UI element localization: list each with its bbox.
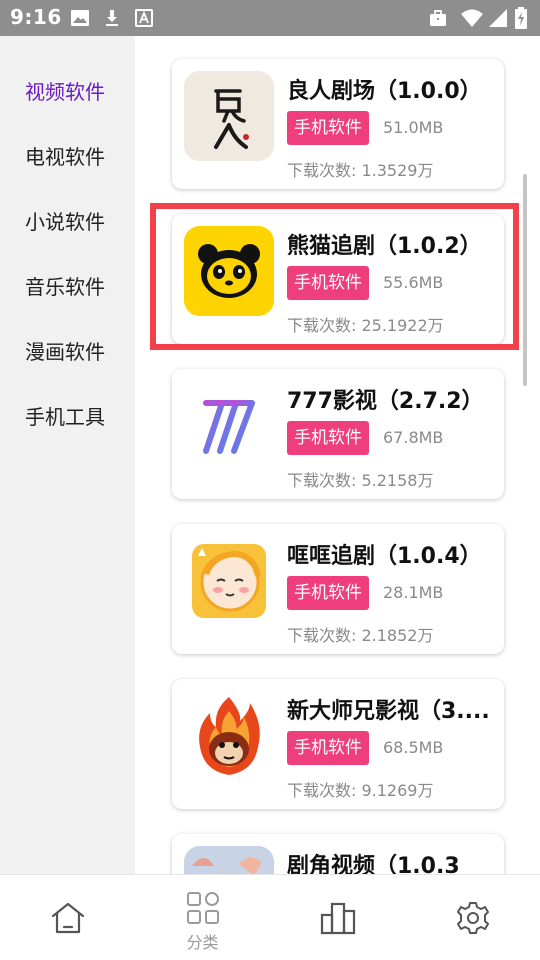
app-category-tag: 手机软件 — [287, 576, 369, 610]
app-size: 51.0MB — [383, 118, 444, 137]
downloads-count: 9.1269万 — [361, 781, 434, 800]
app-card[interactable]: 新大师兄影视（3.... 手机软件 68.5MB 下载次数: 9.1269万 — [172, 679, 504, 809]
app-category-tag: 手机软件 — [287, 111, 369, 145]
app-category-tag: 手机软件 — [287, 731, 369, 765]
highlight-box — [150, 203, 519, 350]
download-icon — [106, 10, 118, 26]
777-app-icon — [184, 381, 274, 471]
signal-icon — [489, 9, 507, 27]
home-icon — [51, 902, 84, 934]
app-card[interactable]: 良人剧场（1.0.0） 手机软件 51.0MB 下载次数: 1.3529万 — [172, 59, 504, 189]
app-downloads: 下载次数: 1.3529万 — [287, 157, 433, 181]
app-size: 28.1MB — [383, 583, 444, 602]
category-icon — [186, 892, 219, 924]
image-icon — [71, 10, 89, 26]
sidebar-item-comic-software[interactable]: 漫画软件 — [25, 336, 105, 365]
nav-settings[interactable] — [405, 875, 540, 960]
app-list[interactable]: 良人剧场（1.0.0） 手机软件 51.0MB 下载次数: 1.3529万 熊猫… — [135, 36, 540, 874]
nav-ranking[interactable] — [270, 875, 405, 960]
app-title: 哐哐追剧（1.0.4） — [287, 544, 482, 569]
sidebar-item-phone-tools[interactable]: 手机工具 — [25, 401, 105, 430]
status-time: 9:16 — [10, 5, 62, 29]
app-card[interactable]: 777影视（2.7.2） 手机软件 67.8MB 下载次数: 5.2158万 — [172, 369, 504, 499]
app-size: 67.8MB — [383, 428, 444, 447]
sidebar-item-novel-software[interactable]: 小说软件 — [25, 206, 105, 235]
nav-category-label: 分类 — [186, 933, 219, 952]
downloads-label: 下载次数: — [287, 161, 362, 180]
nav-category[interactable]: 分类 — [135, 875, 270, 960]
app-title: 剧角视频（1.0.3 — [287, 854, 460, 874]
nav-home[interactable] — [0, 875, 135, 960]
app-downloads: 下载次数: 9.1269万 — [287, 777, 433, 801]
sidebar-item-video-software[interactable]: 视频软件 — [25, 76, 105, 105]
jujiao-app-icon — [184, 846, 274, 874]
downloads-label: 下载次数: — [287, 471, 362, 490]
app-category-tag: 手机软件 — [287, 421, 369, 455]
battery-charging-icon — [515, 7, 527, 29]
downloads-count: 5.2158万 — [361, 471, 434, 490]
app-title: 新大师兄影视（3.... — [287, 699, 490, 724]
scrollbar[interactable] — [523, 174, 527, 386]
downloads-label: 下载次数: — [287, 781, 362, 800]
downloads-count: 2.1852万 — [361, 626, 434, 645]
downloads-count: 1.3529万 — [361, 161, 434, 180]
bottom-nav: 分类 — [0, 874, 540, 960]
category-sidebar: 视频软件 电视软件 小说软件 音乐软件 漫画软件 手机工具 — [0, 36, 135, 874]
app-downloads: 下载次数: 5.2158万 — [287, 467, 433, 491]
status-bar: 9:16 — [0, 0, 540, 36]
app-downloads: 下载次数: 2.1852万 — [287, 622, 433, 646]
app-title: 良人剧场（1.0.0） — [287, 79, 482, 104]
downloads-label: 下载次数: — [287, 626, 362, 645]
app-title: 777影视（2.7.2） — [287, 389, 484, 414]
sidebar-item-tv-software[interactable]: 电视软件 — [25, 141, 105, 170]
sidebar-item-music-software[interactable]: 音乐软件 — [25, 271, 105, 300]
settings-icon — [456, 902, 489, 934]
app-card[interactable]: 剧角视频（1.0.3 — [172, 834, 504, 874]
app-size: 68.5MB — [383, 738, 444, 757]
fire-monkey-app-icon — [184, 691, 274, 781]
font-icon — [135, 9, 153, 27]
liangren-app-icon — [184, 71, 274, 161]
app-card[interactable]: 哐哐追剧（1.0.4） 手机软件 28.1MB 下载次数: 2.1852万 — [172, 524, 504, 654]
wifi-icon — [461, 9, 483, 27]
briefcase-icon — [430, 10, 446, 26]
ranking-icon — [320, 902, 355, 935]
kuangkuang-app-icon — [184, 536, 274, 626]
